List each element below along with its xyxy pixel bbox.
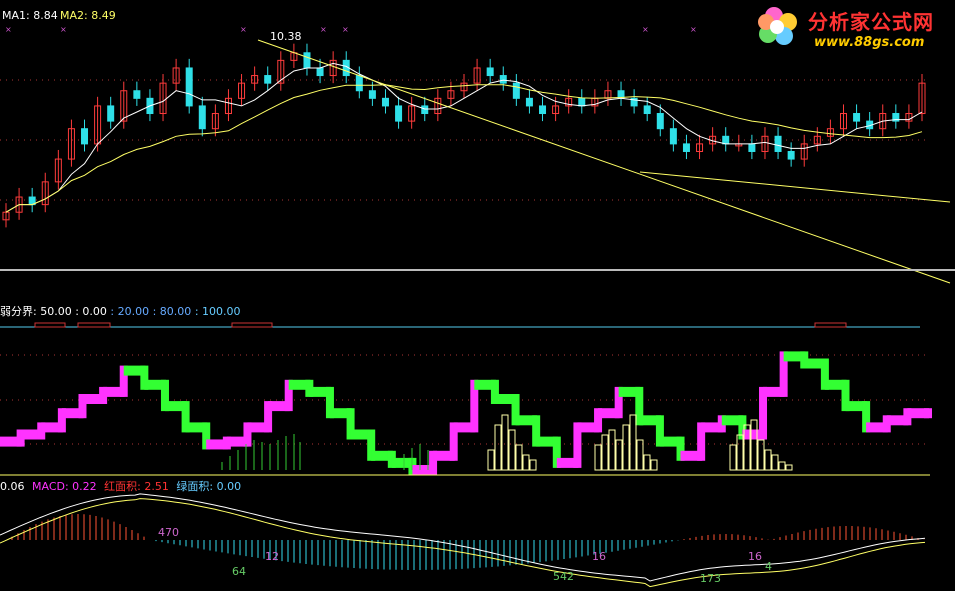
strength-histogram-bar — [764, 449, 772, 471]
candle-body — [853, 113, 861, 122]
strength-histogram-bar — [608, 429, 616, 471]
candle-body — [264, 75, 272, 84]
ma1-legend: MA1: 8.84 — [2, 9, 58, 22]
strength-legend-0: : 0.00 — [75, 305, 107, 318]
strength-histogram-bar — [771, 454, 779, 471]
candle-body — [512, 82, 520, 99]
candle-body — [499, 75, 507, 84]
macd-lead-value: 0.06 — [0, 480, 25, 493]
ma2-legend: MA2: 8.49 — [60, 9, 116, 22]
candle-body — [303, 52, 311, 69]
strength-step-riser — [924, 408, 932, 419]
candle-body — [748, 143, 756, 152]
flower-logo-icon — [758, 7, 797, 45]
red-signal-band — [77, 322, 111, 328]
peak-annotation: 10.38 — [270, 30, 302, 43]
macd-legend: 0.06 MACD: 0.22 红面积: 2.51 绿面积: 0.00 — [0, 480, 241, 493]
strength-histogram-bar — [736, 434, 744, 471]
candle-body — [486, 67, 494, 77]
candle-body — [381, 97, 389, 107]
ma2-line — [5, 84, 923, 213]
signal-marker: × — [240, 25, 247, 34]
red-signal-band — [231, 322, 273, 328]
candle-body — [355, 75, 363, 92]
strength-histogram-bar — [750, 419, 758, 471]
candle-body — [722, 135, 730, 145]
macd-area-label: 64 — [232, 565, 246, 578]
signal-marker: × — [690, 25, 697, 34]
macd-area-label: 173 — [700, 572, 721, 585]
candle-body — [643, 105, 651, 115]
signal-marker: × — [642, 25, 649, 34]
red-signal-band — [814, 322, 847, 328]
strength-histogram-bar — [785, 464, 793, 471]
candle-body — [421, 105, 429, 115]
trend-line-support — [639, 171, 951, 203]
red-area-value: 红面积: 2.51 — [104, 480, 169, 493]
strength-histogram-bar — [501, 414, 509, 471]
candle-body — [316, 67, 324, 77]
candlestick-panel: × × × × × × × — [0, 25, 951, 284]
strength-histogram-bar — [650, 459, 658, 471]
chart-canvas: × × × × × × × 470641254216173164 — [0, 25, 955, 588]
macd-area-label: 16 — [592, 550, 606, 563]
strength-histogram-bar — [522, 454, 530, 471]
candle-body — [682, 143, 690, 152]
candle-body — [669, 128, 677, 145]
strength-histogram-bar — [729, 444, 737, 471]
brand-text: 分析家公式网 — [808, 10, 934, 34]
candle-body — [198, 105, 206, 130]
strength-indicator-panel — [0, 322, 932, 475]
macd-area-label: 4 — [765, 560, 772, 573]
signal-marker: × — [320, 25, 327, 34]
candle-body — [539, 105, 547, 115]
candle-body — [185, 67, 193, 107]
candle-body — [395, 105, 403, 122]
candle-body — [525, 97, 533, 107]
strength-histogram-bar — [515, 444, 523, 471]
trend-line-down — [257, 39, 951, 284]
candle-body — [81, 128, 89, 145]
signal-marker: × — [60, 25, 67, 34]
brand-logo: 分析家公式网 www.88gs.com — [752, 2, 952, 54]
strength-histogram-bar — [487, 449, 495, 471]
candle-body — [656, 113, 664, 130]
brand-url: www.88gs.com — [814, 35, 925, 50]
candle-body — [133, 90, 141, 99]
macd-area-label: 470 — [158, 526, 179, 539]
candle-body — [368, 90, 376, 99]
strength-histogram-bar — [508, 429, 516, 471]
strength-histogram-bar — [529, 459, 537, 471]
green-area-value: 绿面积: 0.00 — [176, 480, 242, 493]
signal-marker: × — [5, 25, 12, 34]
strength-histogram-bar — [594, 444, 602, 471]
strength-legend-80: : 80.00 — [152, 305, 192, 318]
strength-legend-prefix: 弱分界: 50.00 — [0, 305, 72, 318]
strength-histogram-bar — [643, 454, 651, 471]
macd-area-label: 12 — [265, 550, 279, 563]
strength-histogram-bar — [778, 461, 786, 471]
strength-legend: 弱分界: 50.00 : 0.00 : 20.00 : 80.00 : 100.… — [0, 305, 241, 318]
macd-value: MACD: 0.22 — [32, 480, 97, 493]
strength-histogram-bar — [622, 424, 630, 471]
macd-area-label: 542 — [553, 570, 574, 583]
strength-legend-100: : 100.00 — [194, 305, 241, 318]
candle-body — [107, 105, 115, 122]
strength-legend-20: : 20.00 — [110, 305, 150, 318]
candle-body — [578, 97, 586, 107]
strength-histogram-bar — [757, 439, 765, 471]
strength-histogram-bar — [629, 414, 637, 471]
candle-body — [774, 135, 782, 152]
macd-area-label: 16 — [748, 550, 762, 563]
signal-marker: × — [342, 25, 349, 34]
strength-histogram-bar — [601, 434, 609, 471]
macd-panel: 470641254216173164 — [0, 493, 926, 588]
red-signal-band — [34, 322, 66, 328]
candle-body — [787, 150, 795, 160]
strength-histogram-bar — [494, 424, 502, 471]
